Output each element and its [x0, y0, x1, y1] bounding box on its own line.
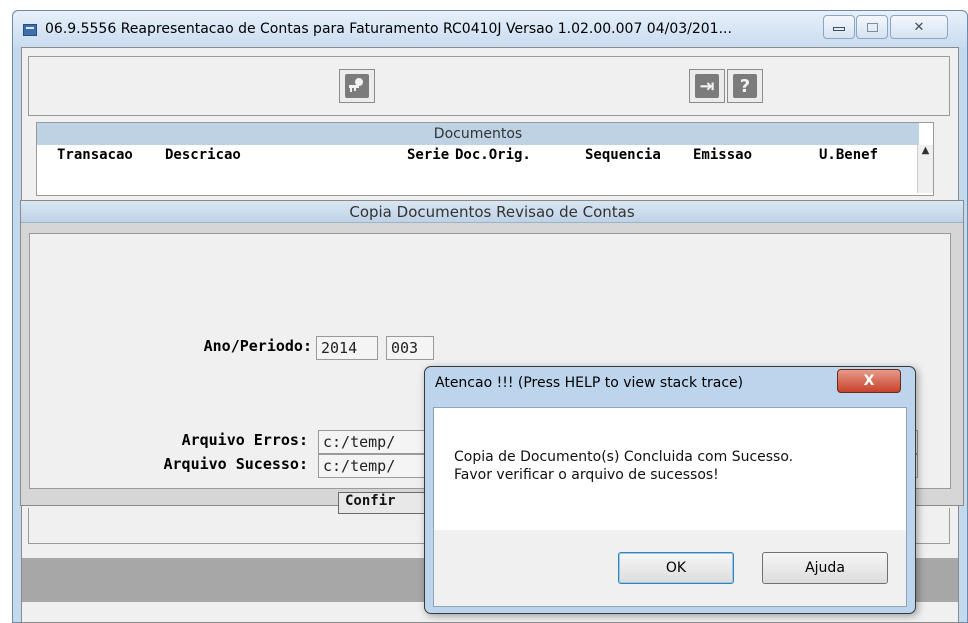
- message-text: Copia de Documento(s) Concluida com Suce…: [454, 448, 793, 484]
- close-button[interactable]: ✕: [890, 15, 948, 39]
- column-u-benef[interactable]: U.Benef: [819, 147, 878, 163]
- maximize-button[interactable]: [856, 15, 888, 39]
- help-question-icon: ?: [733, 74, 757, 98]
- help-button[interactable]: ?: [727, 69, 763, 103]
- column-descricao[interactable]: Descricao: [165, 147, 241, 163]
- message-line-2: Favor verificar o arquivo de sucessos!: [454, 467, 719, 483]
- message-box-title: Atencao !!! (Press HELP to view stack tr…: [435, 375, 744, 391]
- periodo-field[interactable]: 003: [386, 336, 434, 360]
- exit-button[interactable]: ⇥: [689, 69, 725, 103]
- browse-title: Documentos: [37, 123, 919, 145]
- browse-columns: Transacao Descricao Serie Doc.Orig. Sequ…: [37, 145, 919, 167]
- maximize-icon: [866, 22, 878, 32]
- window-title: 06.9.5556 Reapresentacao de Contas para …: [45, 21, 732, 37]
- arquivo-sucesso-label: Arquivo Sucesso:: [163, 455, 309, 473]
- documentos-browse[interactable]: Documentos Transacao Descricao Serie Doc…: [36, 122, 934, 196]
- ano-periodo-label: Ano/Periodo:: [203, 337, 312, 355]
- column-doc-orig[interactable]: Doc.Orig.: [455, 147, 531, 163]
- close-icon: ✕: [913, 19, 925, 35]
- toolbar: ⇥ ?: [28, 56, 950, 116]
- minimize-icon: [833, 27, 845, 31]
- message-line-1: Copia de Documento(s) Concluida com Suce…: [454, 449, 794, 465]
- close-icon: X: [863, 373, 875, 389]
- copy-dialog-title: Copia Documentos Revisao de Contas: [21, 201, 963, 223]
- message-box-close-button[interactable]: X: [837, 369, 901, 393]
- key-person-button[interactable]: [339, 69, 375, 103]
- exit-door-icon: ⇥: [695, 74, 719, 98]
- column-transacao[interactable]: Transacao: [57, 147, 133, 163]
- message-box: Atencao !!! (Press HELP to view stack tr…: [424, 366, 916, 614]
- ok-button[interactable]: OK: [618, 552, 734, 584]
- message-box-body: Copia de Documento(s) Concluida com Suce…: [433, 407, 907, 607]
- column-sequencia[interactable]: Sequencia: [585, 147, 661, 163]
- scroll-up-icon[interactable]: ▲: [922, 145, 930, 156]
- ano-field[interactable]: 2014: [316, 336, 378, 360]
- message-area: Copia de Documento(s) Concluida com Suce…: [434, 408, 906, 530]
- title-bar[interactable]: 06.9.5556 Reapresentacao de Contas para …: [13, 11, 967, 47]
- key-person-svg: [349, 78, 363, 92]
- app-icon: [23, 24, 37, 36]
- minimize-button[interactable]: [823, 15, 855, 39]
- column-serie[interactable]: Serie: [407, 147, 449, 163]
- column-emissao[interactable]: Emissao: [693, 147, 752, 163]
- key-person-icon: [345, 74, 369, 98]
- ajuda-button[interactable]: Ajuda: [762, 552, 888, 584]
- browse-scrollbar[interactable]: ▲: [917, 145, 933, 193]
- arquivo-erros-label: Arquivo Erros:: [181, 431, 308, 449]
